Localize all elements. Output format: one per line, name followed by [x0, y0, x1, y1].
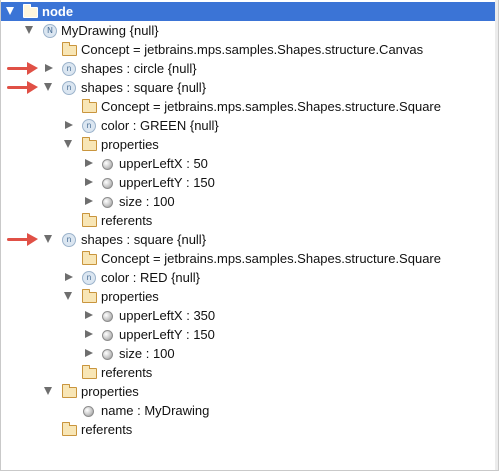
property-icon [102, 159, 113, 170]
expand-toggle-icon[interactable] [44, 235, 52, 243]
tree-row-property[interactable]: upperLeftX : 50 [1, 154, 498, 173]
tree-label: referents [101, 365, 153, 380]
collapse-toggle-icon[interactable] [85, 311, 93, 319]
tree-row-color[interactable]: n color : RED {null} [1, 268, 498, 287]
tree-label: upperLeftX : 350 [119, 308, 216, 323]
tree-label: Concept = jetbrains.mps.samples.Shapes.s… [101, 99, 441, 114]
property-icon [102, 178, 113, 189]
expand-toggle-icon[interactable] [25, 26, 33, 34]
child-node-icon: n [62, 233, 76, 247]
tree-row-property[interactable]: upperLeftX : 350 [1, 306, 498, 325]
folder-icon [82, 251, 97, 265]
tree-row-property[interactable]: upperLeftY : 150 [1, 173, 498, 192]
folder-icon [82, 137, 97, 151]
tree-row-concept[interactable]: Concept = jetbrains.mps.samples.Shapes.s… [1, 249, 498, 268]
node-tree: node N MyDrawing {null} Concept = jetbra… [0, 0, 499, 471]
tree-row-referents[interactable]: referents [1, 211, 498, 230]
collapse-toggle-icon[interactable] [45, 64, 53, 72]
child-node-icon: n [62, 62, 76, 76]
tree-label: color : GREEN {null} [101, 118, 219, 133]
tree-row-concept[interactable]: Concept = jetbrains.mps.samples.Shapes.s… [1, 97, 498, 116]
tree-row-referents[interactable]: referents [1, 420, 498, 439]
collapse-toggle-icon[interactable] [85, 178, 93, 186]
child-node-icon: n [82, 271, 96, 285]
tree-row-properties[interactable]: properties [1, 382, 498, 401]
folder-icon [82, 213, 97, 227]
collapse-toggle-icon[interactable] [65, 121, 73, 129]
expand-toggle-icon[interactable] [64, 140, 72, 148]
tree-row-property[interactable]: size : 100 [1, 344, 498, 363]
tree-label: referents [81, 422, 133, 437]
property-icon [102, 197, 113, 208]
tree-label: properties [101, 137, 159, 152]
folder-icon [62, 384, 77, 398]
annotation-arrow-icon [7, 233, 38, 246]
tree-label: color : RED {null} [101, 270, 200, 285]
tree-label: size : 100 [119, 346, 175, 361]
tree-label: Concept = jetbrains.mps.samples.Shapes.s… [81, 42, 424, 57]
property-icon [102, 349, 113, 360]
tree-row-property[interactable]: upperLeftY : 150 [1, 325, 498, 344]
child-node-icon: n [62, 81, 76, 95]
tree-row-shape-circle[interactable]: n shapes : circle {null} [1, 59, 498, 78]
collapse-toggle-icon[interactable] [85, 197, 93, 205]
tree-row-referents[interactable]: referents [1, 363, 498, 382]
annotation-arrow-icon [7, 81, 38, 94]
tree-label: upperLeftY : 150 [119, 327, 215, 342]
folder-icon [62, 42, 77, 56]
expand-toggle-icon[interactable] [64, 292, 72, 300]
folder-icon [82, 99, 97, 113]
expand-toggle-icon[interactable] [44, 387, 52, 395]
tree-row-node[interactable]: node [1, 2, 498, 21]
tree-label: properties [81, 384, 139, 399]
property-icon [102, 330, 113, 341]
tree-row-properties[interactable]: properties [1, 135, 498, 154]
tree-label: name : MyDrawing [101, 403, 210, 418]
tree-row-property[interactable]: name : MyDrawing [1, 401, 498, 420]
collapse-toggle-icon[interactable] [65, 273, 73, 281]
collapse-toggle-icon[interactable] [85, 349, 93, 357]
folder-icon [82, 289, 97, 303]
root-node-icon: N [43, 24, 57, 38]
property-icon [83, 406, 94, 417]
annotation-arrow-icon [7, 62, 38, 75]
tree-row-color[interactable]: n color : GREEN {null} [1, 116, 498, 135]
folder-icon [82, 365, 97, 379]
folder-icon [23, 4, 38, 18]
tree-row-shape-square-2[interactable]: n shapes : square {null} [1, 230, 498, 249]
tree-row-property[interactable]: size : 100 [1, 192, 498, 211]
child-node-icon: n [82, 119, 96, 133]
tree-row-shape-square-1[interactable]: n shapes : square {null} [1, 78, 498, 97]
tree-label: size : 100 [119, 194, 175, 209]
folder-icon [62, 422, 77, 436]
tree-row-concept[interactable]: Concept = jetbrains.mps.samples.Shapes.s… [1, 40, 498, 59]
scrollbar[interactable] [495, 0, 498, 470]
collapse-toggle-icon[interactable] [85, 159, 93, 167]
tree-label: properties [101, 289, 159, 304]
tree-label: referents [101, 213, 153, 228]
tree-label: shapes : square {null} [81, 232, 207, 247]
tree-label: node [42, 4, 74, 19]
tree-label: shapes : square {null} [81, 80, 207, 95]
tree-label: upperLeftY : 150 [119, 175, 215, 190]
tree-label: MyDrawing {null} [61, 23, 159, 38]
tree-label: shapes : circle {null} [81, 61, 197, 76]
tree-row-properties[interactable]: properties [1, 287, 498, 306]
expand-toggle-icon[interactable] [44, 83, 52, 91]
expand-toggle-icon[interactable] [6, 7, 14, 15]
collapse-toggle-icon[interactable] [85, 330, 93, 338]
tree-label: upperLeftX : 50 [119, 156, 208, 171]
property-icon [102, 311, 113, 322]
tree-label: Concept = jetbrains.mps.samples.Shapes.s… [101, 251, 441, 266]
tree-row-mydrawing[interactable]: N MyDrawing {null} [1, 21, 498, 40]
